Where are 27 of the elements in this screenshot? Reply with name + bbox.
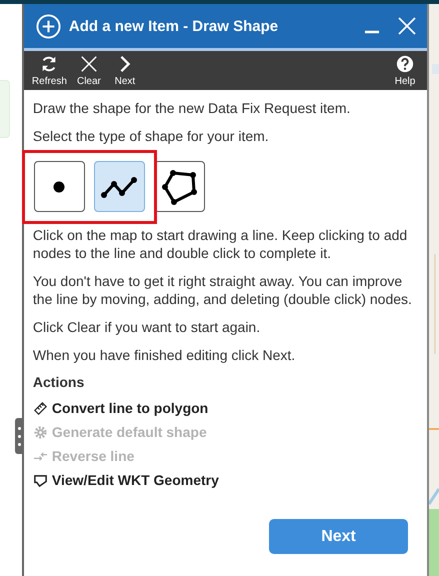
instruction-text: Click Clear if you want to start again. bbox=[32, 318, 262, 336]
point-shape-button[interactable] bbox=[34, 161, 85, 212]
shape-prompt: Select the type of shape for your item. bbox=[32, 127, 270, 145]
side-card bbox=[0, 80, 10, 138]
window-title: Add a new Item - Draw Shape bbox=[68, 18, 280, 34]
ruler-icon bbox=[32, 400, 48, 416]
drag-handle[interactable] bbox=[15, 418, 23, 454]
convert-action-link[interactable]: Convert line to polygon bbox=[32, 396, 428, 420]
refresh-button[interactable]: Refresh bbox=[28, 51, 71, 90]
close-icon[interactable] bbox=[397, 16, 418, 36]
gear-icon bbox=[32, 424, 48, 440]
clear-button[interactable]: Clear bbox=[70, 51, 107, 90]
shape-outline-icon bbox=[32, 472, 48, 488]
dot-icon bbox=[53, 180, 66, 192]
help-button[interactable]: Help bbox=[387, 51, 424, 90]
instruction-text: You don't have to get it right straight away. You can improve the line by moving, adding, and deleting (double click) nodes. bbox=[32, 272, 413, 308]
line-shape-button[interactable] bbox=[94, 161, 145, 212]
instruction-text: When you have finished editing click Next. bbox=[32, 346, 296, 364]
add-icon bbox=[36, 14, 61, 38]
help-icon bbox=[396, 54, 414, 72]
refresh-icon bbox=[40, 54, 58, 72]
close-icon bbox=[80, 54, 98, 72]
actions-heading: Actions bbox=[32, 374, 86, 390]
instruction-text: Click on the map to start drawing a line. Keep clicking to add nodes to the line and double click to complete it. bbox=[32, 226, 408, 262]
intro-text: Draw the shape for the new Data Fix Request item. bbox=[32, 99, 352, 117]
wkt-action-link[interactable]: View/Edit WKT Geometry bbox=[32, 468, 428, 492]
next-button[interactable]: Next bbox=[106, 51, 143, 90]
